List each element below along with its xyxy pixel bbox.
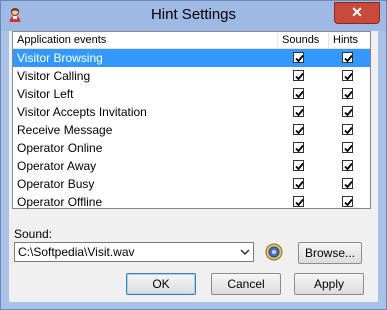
hint-checkbox[interactable] <box>342 88 353 99</box>
hint-checkbox[interactable] <box>342 106 353 117</box>
check-icon <box>344 126 353 135</box>
sound-checkbox[interactable] <box>293 88 304 99</box>
check-icon <box>344 180 353 189</box>
browse-button[interactable]: Browse... <box>298 242 362 264</box>
check-icon <box>344 198 353 207</box>
apply-button[interactable]: Apply <box>294 273 364 295</box>
ok-button[interactable]: OK <box>126 273 196 295</box>
event-label: Visitor Accepts Invitation <box>17 105 147 119</box>
check-icon <box>295 90 304 99</box>
speaker-icon[interactable] <box>265 243 283 261</box>
check-icon <box>295 108 304 117</box>
event-label: Operator Busy <box>17 177 95 191</box>
check-icon <box>295 72 304 81</box>
sound-file-combobox[interactable]: C:\Softpedia\Visit.wav <box>14 242 254 262</box>
list-item[interactable]: Operator Online <box>13 139 370 157</box>
check-icon <box>295 144 304 153</box>
sound-label: Sound: <box>14 227 53 241</box>
hint-settings-window: Hint Settings ✕ Application events Sound… <box>0 0 387 310</box>
event-label: Visitor Browsing <box>17 51 103 65</box>
column-header-sounds[interactable]: Sounds <box>278 33 329 48</box>
hint-checkbox[interactable] <box>342 178 353 189</box>
title-bar[interactable]: Hint Settings ✕ <box>1 1 386 31</box>
sound-checkbox[interactable] <box>293 160 304 171</box>
list-header: Application events Sounds Hints <box>13 32 370 49</box>
check-icon <box>344 162 353 171</box>
event-label: Receive Message <box>17 123 113 137</box>
hint-checkbox[interactable] <box>342 52 353 63</box>
list-item[interactable]: Visitor Browsing <box>13 49 370 67</box>
list-item[interactable]: Visitor Calling <box>13 67 370 85</box>
list-item[interactable]: Visitor Accepts Invitation <box>13 103 370 121</box>
check-icon <box>344 54 353 63</box>
dialog-body: Application events Sounds Hints Visitor … <box>9 31 378 302</box>
event-label: Operator Offline <box>17 195 103 209</box>
hint-checkbox[interactable] <box>342 160 353 171</box>
list-item[interactable]: Operator Offline <box>13 193 370 211</box>
sound-checkbox[interactable] <box>293 52 304 63</box>
window-title: Hint Settings <box>150 6 237 23</box>
column-header-events[interactable]: Application events <box>13 33 278 48</box>
check-icon <box>295 180 304 189</box>
list-item[interactable]: Visitor Left <box>13 85 370 103</box>
close-button[interactable]: ✕ <box>334 2 380 24</box>
list-item[interactable]: Receive Message <box>13 121 370 139</box>
check-icon <box>344 144 353 153</box>
cancel-button[interactable]: Cancel <box>211 273 281 295</box>
list-item[interactable]: Operator Busy <box>13 175 370 193</box>
sound-file-value: C:\Softpedia\Visit.wav <box>18 245 135 259</box>
check-icon <box>344 72 353 81</box>
check-icon <box>344 108 353 117</box>
check-icon <box>295 162 304 171</box>
check-icon <box>295 54 304 63</box>
check-icon <box>344 90 353 99</box>
events-list[interactable]: Application events Sounds Hints Visitor … <box>12 31 371 209</box>
sound-checkbox[interactable] <box>293 106 304 117</box>
hint-checkbox[interactable] <box>342 70 353 81</box>
event-label: Visitor Calling <box>17 69 91 83</box>
event-label: Operator Away <box>17 159 97 173</box>
sound-checkbox[interactable] <box>293 142 304 153</box>
column-header-hints[interactable]: Hints <box>329 33 370 48</box>
chevron-down-icon[interactable] <box>237 243 253 261</box>
check-icon <box>295 198 304 207</box>
check-icon <box>295 126 304 135</box>
sound-checkbox[interactable] <box>293 178 304 189</box>
sound-checkbox[interactable] <box>293 70 304 81</box>
event-label: Operator Online <box>17 141 103 155</box>
list-item[interactable]: Operator Away <box>13 157 370 175</box>
hint-checkbox[interactable] <box>342 124 353 135</box>
hint-checkbox[interactable] <box>342 142 353 153</box>
sound-checkbox[interactable] <box>293 124 304 135</box>
sound-checkbox[interactable] <box>293 196 304 207</box>
event-label: Visitor Left <box>17 87 74 101</box>
hint-checkbox[interactable] <box>342 196 353 207</box>
